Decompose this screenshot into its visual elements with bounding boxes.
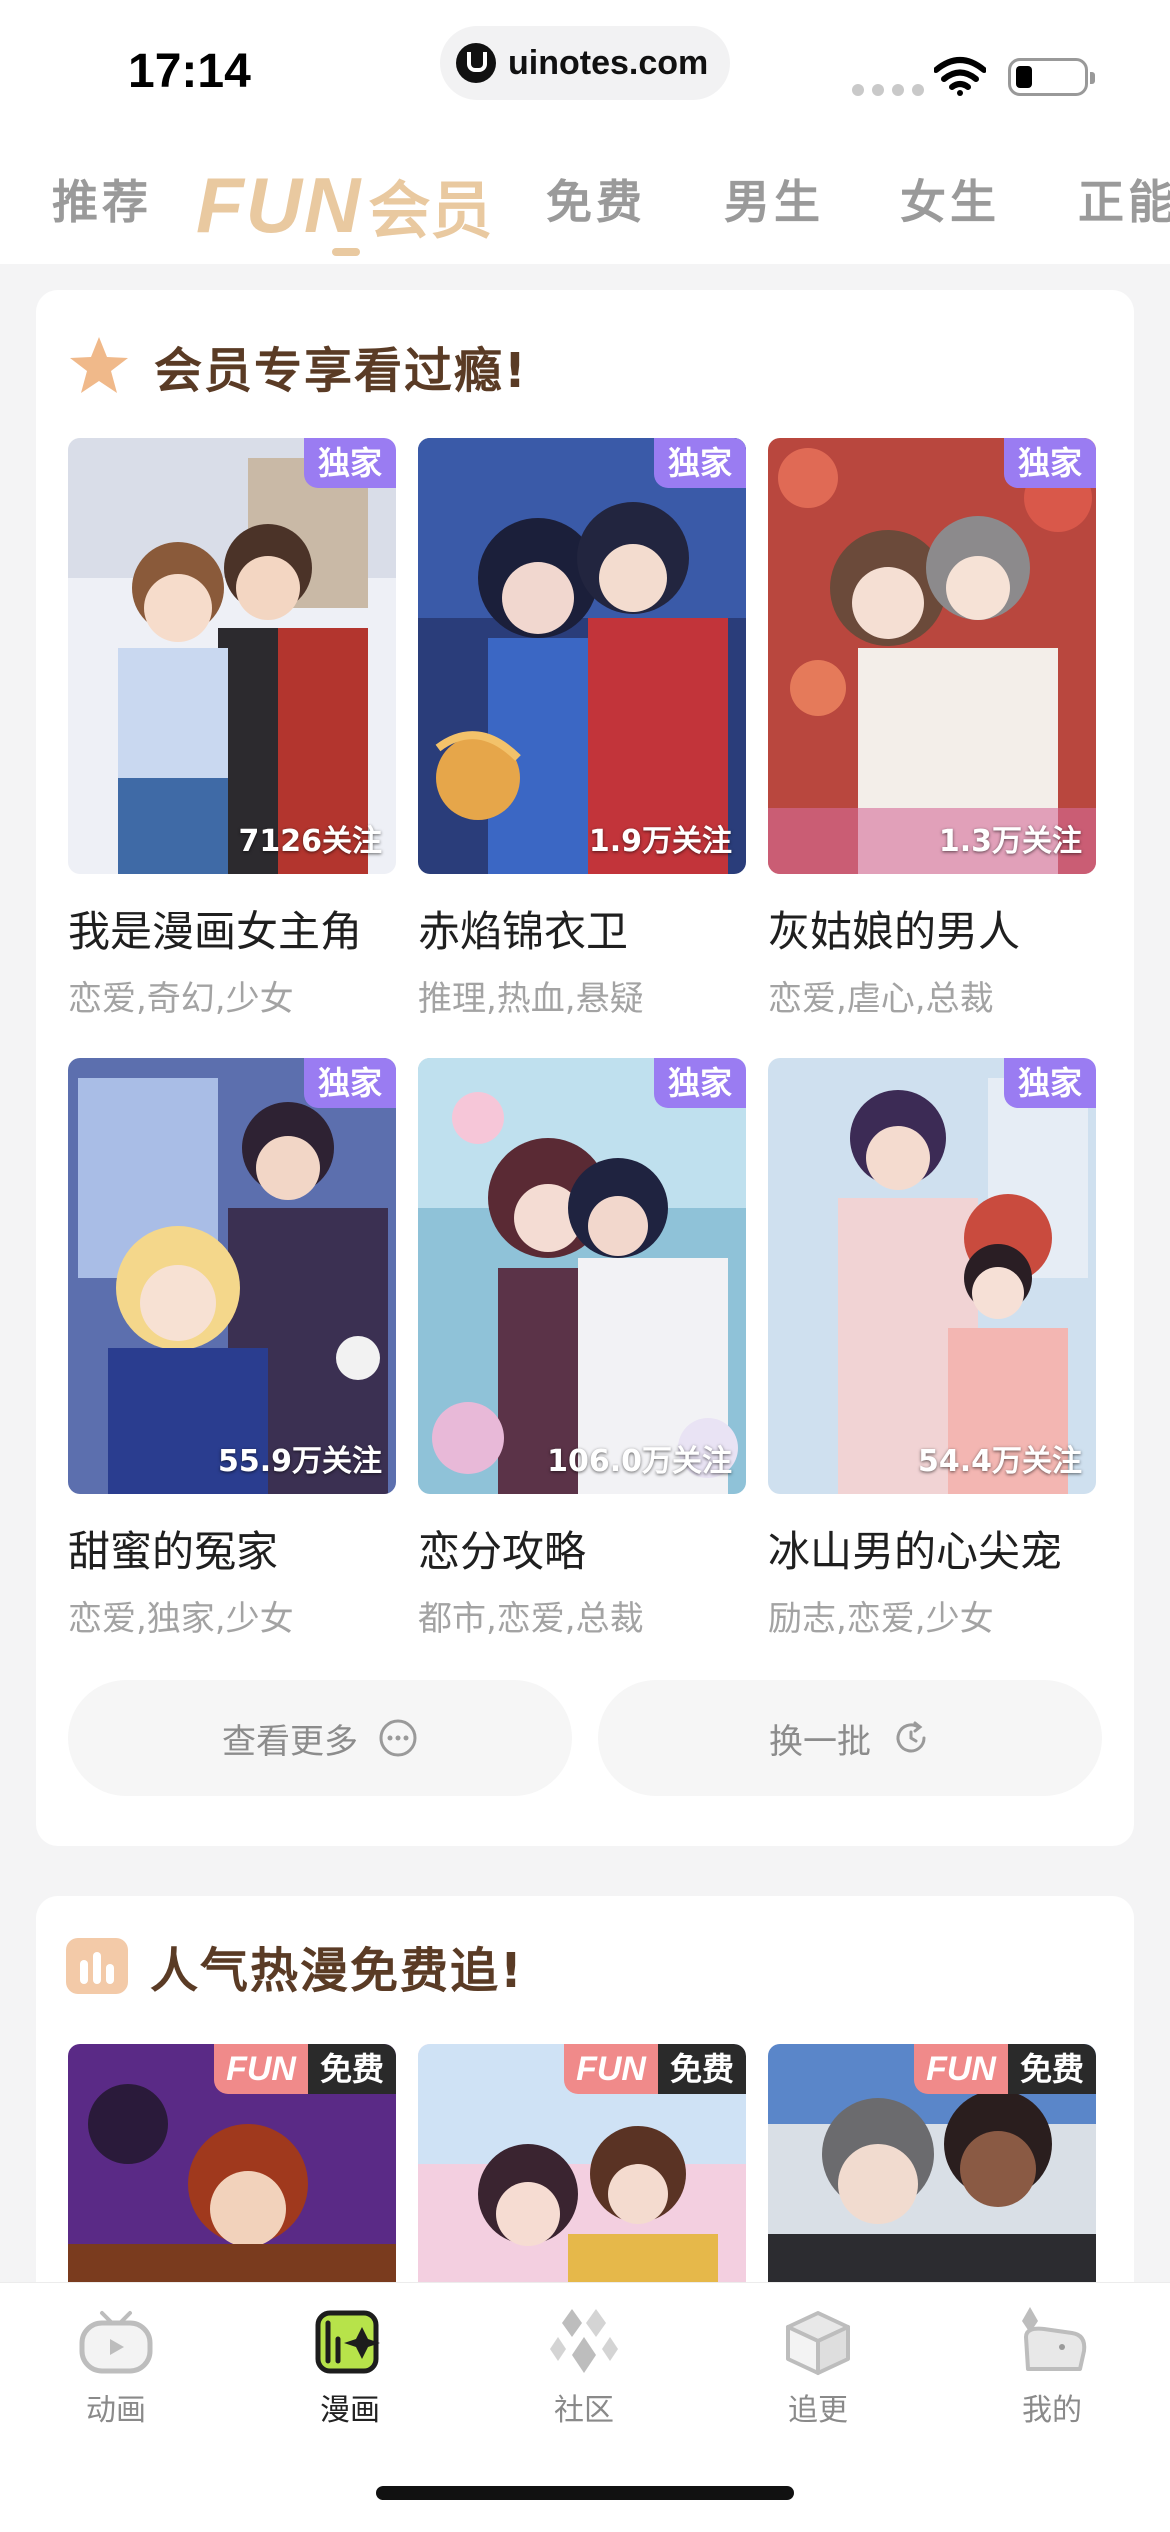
url-text: uinotes.com — [508, 43, 709, 82]
comic-tags: 推理,热血,悬疑 — [418, 979, 644, 1019]
comic-title: 我是漫画女主角 — [68, 907, 363, 956]
more-dots-icon — [379, 1719, 417, 1757]
comic-title: 灰姑娘的男人 — [768, 907, 1021, 956]
wifi-icon — [934, 57, 986, 96]
comic-tags: 恋爱,独家,少女 — [68, 1599, 294, 1639]
exclusive-badge: 独家 — [303, 1058, 396, 1108]
nav-item-profile[interactable]: 我的 — [982, 2303, 1122, 2429]
comic-tags: 恋爱,虐心,总裁 — [768, 979, 994, 1019]
comic-card[interactable]: 独家 1.3万关注 灰姑娘的男人 恋爱,虐心,总裁 — [768, 438, 1096, 1020]
exclusive-badge: 独家 — [653, 1058, 746, 1108]
follow-count: 1.9万关注 — [588, 824, 732, 859]
home-indicator — [376, 2486, 794, 2500]
nav-label: 社区 — [554, 2393, 614, 2428]
see-more-label: 查看更多 — [222, 1721, 358, 1762]
comic-card[interactable]: 独家 106.0万关注 恋分攻略 都市,恋爱,总裁 — [418, 1058, 746, 1640]
cover-art-image — [768, 438, 1096, 874]
comic-cover[interactable]: 独家 55.9万关注 — [68, 1058, 396, 1494]
follow-count: 106.0万关注 — [547, 1444, 732, 1479]
cover-art-image — [68, 1058, 396, 1494]
status-time: 17:14 — [128, 45, 251, 98]
fun-logo-latin: FUN — [196, 160, 363, 249]
cover-art-image — [418, 1058, 746, 1494]
follow-count: 54.4万关注 — [917, 1444, 1082, 1479]
nav-item-follow-updates[interactable]: 追更 — [748, 2303, 888, 2429]
comic-tags: 都市,恋爱,总裁 — [418, 1599, 644, 1639]
site-favicon-icon — [456, 43, 496, 83]
section-title: 会员专享看过瘾! — [154, 343, 528, 399]
tab-girls[interactable]: 女生 — [900, 166, 1000, 232]
tab-fun-member[interactable]: FUN 会员 — [196, 150, 492, 260]
comic-title: 赤焰锦衣卫 — [418, 907, 629, 956]
comic-cover[interactable]: 独家 7126关注 — [68, 438, 396, 874]
comic-title: 恋分攻略 — [418, 1527, 587, 1576]
category-tabs: 推荐 FUN 会员 免费 男生 女生 正能 — [0, 140, 1170, 264]
diamonds-icon — [550, 2309, 618, 2373]
exclusive-badge: 独家 — [1003, 1058, 1096, 1108]
status-bar: 17:14 uinotes.com — [0, 0, 1170, 140]
cover-art-image — [768, 1058, 1096, 1494]
comic-tags: 恋爱,奇幻,少女 — [68, 979, 294, 1019]
refresh-label: 换一批 — [769, 1721, 871, 1762]
cover-art-image — [418, 438, 746, 874]
signal-icon — [852, 84, 924, 96]
comic-card[interactable]: 独家 54.4万关注 冰山男的心尖宠 励志,恋爱,少女 — [768, 1058, 1096, 1640]
free-badge: FUN 免费 — [564, 2044, 746, 2094]
comic-title: 甜蜜的冤家 — [68, 1527, 279, 1576]
battery-icon — [1008, 58, 1095, 96]
tv-icon — [79, 2311, 153, 2374]
comic-tags: 励志,恋爱,少女 — [768, 1599, 994, 1639]
follow-count: 1.3万关注 — [938, 824, 1082, 859]
refresh-icon — [896, 1721, 926, 1753]
exclusive-badge: 独家 — [303, 438, 396, 488]
nav-item-animation[interactable]: 动画 — [46, 2303, 186, 2429]
nav-label: 漫画 — [320, 2393, 380, 2428]
comic-title: 冰山男的心尖宠 — [768, 1527, 1063, 1576]
free-badge: FUN 免费 — [214, 2044, 396, 2094]
follow-count: 55.9万关注 — [217, 1444, 382, 1479]
refresh-batch-button[interactable]: 换一批 — [598, 1680, 1102, 1796]
tab-boys[interactable]: 男生 — [724, 166, 824, 232]
section-header: 会员专享看过瘾! — [66, 326, 528, 406]
fire-chart-icon — [66, 1938, 128, 1994]
comic-card[interactable]: 独家 7126关注 我是漫画女主角 恋爱,奇幻,少女 — [68, 438, 396, 1020]
see-more-button[interactable]: 查看更多 — [68, 1680, 572, 1796]
follow-count: 7126关注 — [238, 824, 383, 859]
nav-label: 动画 — [86, 2393, 146, 2428]
nav-item-comics[interactable]: 漫画 — [280, 2303, 420, 2429]
nav-label: 我的 — [1022, 2393, 1082, 2428]
comic-card[interactable]: 独家 55.9万关注 甜蜜的冤家 恋爱,独家,少女 — [68, 1058, 396, 1640]
cover-art-image — [68, 438, 396, 874]
exclusive-badge: 独家 — [653, 438, 746, 488]
tab-recommend[interactable]: 推荐 — [52, 166, 152, 232]
comic-cover[interactable]: 独家 1.9万关注 — [418, 438, 746, 874]
profile-icon — [1022, 2307, 1087, 2371]
comic-card[interactable]: 独家 1.9万关注 赤焰锦衣卫 推理,热血,悬疑 — [418, 438, 746, 1020]
box-icon — [786, 2311, 850, 2375]
nav-item-community[interactable]: 社区 — [514, 2303, 654, 2429]
comic-cover[interactable]: 独家 106.0万关注 — [418, 1058, 746, 1494]
section-header: 人气热漫免费追! — [66, 1926, 524, 2006]
active-tab-indicator — [332, 248, 360, 256]
comic-book-icon — [315, 2310, 380, 2374]
nav-label: 追更 — [788, 2393, 848, 2428]
member-exclusive-section: 会员专享看过瘾! 独家 7126关注 我是漫画女主角 恋爱,奇幻,少女 独家 1… — [36, 290, 1134, 1846]
comic-cover[interactable]: 独家 54.4万关注 — [768, 1058, 1096, 1494]
section-title: 人气热漫免费追! — [150, 1943, 524, 1999]
star-icon — [70, 337, 128, 393]
exclusive-badge: 独家 — [1003, 438, 1096, 488]
comic-cover[interactable]: 独家 1.3万关注 — [768, 438, 1096, 874]
free-badge: FUN 免费 — [914, 2044, 1096, 2094]
fun-logo-cn: 会员 — [368, 174, 493, 247]
tab-positive[interactable]: 正能 — [1078, 166, 1170, 232]
url-pill[interactable]: uinotes.com — [440, 26, 730, 100]
tab-free[interactable]: 免费 — [546, 166, 646, 232]
